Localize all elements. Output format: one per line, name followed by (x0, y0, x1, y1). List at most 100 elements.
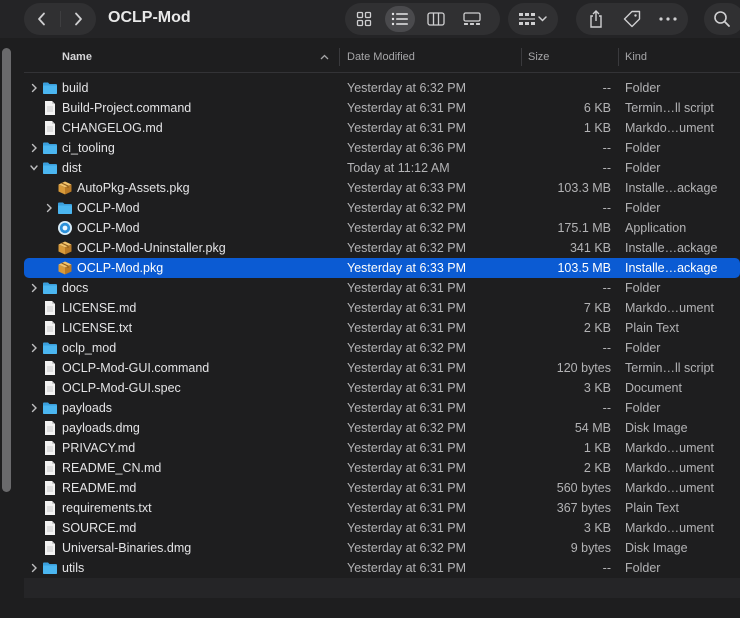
table-row[interactable]: Universal-Binaries.dmg Yesterday at 6:32 … (24, 538, 740, 558)
table-row[interactable]: payloads Yesterday at 6:31 PM -- Folder (24, 398, 740, 418)
date-modified: Yesterday at 6:32 PM (347, 541, 467, 555)
column-view-button[interactable] (421, 6, 451, 32)
date-modified: Yesterday at 6:31 PM (347, 521, 467, 535)
date-modified: Yesterday at 6:31 PM (347, 361, 467, 375)
date-modified: Yesterday at 6:31 PM (347, 101, 467, 115)
column-divider[interactable] (521, 48, 522, 66)
file-size: -- (602, 281, 611, 295)
package-icon (57, 180, 73, 196)
kind-column-header[interactable]: Kind (625, 38, 647, 72)
file-size: -- (602, 141, 611, 155)
chevron-right-icon[interactable] (28, 398, 40, 418)
chevron-right-icon[interactable] (28, 558, 40, 578)
name-column-header[interactable]: Name (62, 38, 92, 72)
grid-view-icon (356, 11, 372, 27)
toolbar: OCLP-Mod (0, 0, 740, 38)
table-row[interactable]: LICENSE.txt Yesterday at 6:31 PM 2 KB Plain… (24, 318, 740, 338)
view-mode-group (345, 3, 500, 35)
table-row[interactable]: OCLP-Mod-GUI.command Yesterday at 6:31 PM… (24, 358, 740, 378)
document-icon (42, 380, 58, 396)
group-by-icon (519, 13, 547, 25)
table-row[interactable]: AutoPkg-Assets.pkg Yesterday at 6:33 PM 10… (24, 178, 740, 198)
table-row[interactable]: OCLP-Mod Yesterday at 6:32 PM 175.1 MB Appl… (24, 218, 740, 238)
date-modified: Yesterday at 6:31 PM (347, 281, 467, 295)
table-row[interactable]: oclp_mod Yesterday at 6:32 PM -- Folder (24, 338, 740, 358)
group-by-button[interactable] (508, 3, 558, 35)
column-divider[interactable] (618, 48, 619, 66)
file-name: OCLP-Mod.pkg (77, 261, 164, 275)
chevron-right-icon[interactable] (28, 278, 40, 298)
file-name: OCLP-Mod (77, 201, 140, 215)
search-button[interactable] (704, 3, 740, 35)
file-kind: Markdo…ument (625, 301, 714, 315)
grid-view-button[interactable] (349, 6, 379, 32)
list-view-button[interactable] (385, 6, 415, 32)
table-row[interactable]: OCLP-Mod-Uninstaller.pkg Yesterday at 6:3… (24, 238, 740, 258)
date-modified: Yesterday at 6:31 PM (347, 481, 467, 495)
table-row[interactable]: utils Yesterday at 6:31 PM -- Folder (24, 558, 740, 578)
file-name: Universal-Binaries.dmg (62, 541, 192, 555)
table-row[interactable]: Build-Project.command Yesterday at 6:31 P… (24, 98, 740, 118)
table-row[interactable]: SOURCE.md Yesterday at 6:31 PM 3 KB Markdo…… (24, 518, 740, 538)
size-column-header[interactable]: Size (528, 38, 549, 72)
table-row[interactable]: requirements.txt Yesterday at 6:31 PM 367 … (24, 498, 740, 518)
file-name: build (62, 81, 89, 95)
chevron-right-icon[interactable] (28, 338, 40, 358)
forward-button[interactable] (60, 3, 96, 35)
date-modified: Yesterday at 6:36 PM (347, 141, 467, 155)
back-button[interactable] (24, 3, 60, 35)
table-row[interactable]: README_CN.md Yesterday at 6:31 PM 2 KB Mark… (24, 458, 740, 478)
chevron-right-icon[interactable] (43, 198, 55, 218)
date-modified: Yesterday at 6:33 PM (347, 181, 467, 195)
date-column-header[interactable]: Date Modified (347, 38, 415, 72)
chevron-right-icon[interactable] (28, 138, 40, 158)
file-size: 2 KB (583, 461, 611, 475)
vertical-scrollbar[interactable] (2, 48, 11, 492)
file-kind: Disk Image (625, 421, 688, 435)
folder-icon (42, 560, 58, 576)
file-kind: Folder (625, 281, 661, 295)
file-name: OCLP-Mod (77, 221, 140, 235)
table-row[interactable]: PRIVACY.md Yesterday at 6:31 PM 1 KB Markdo… (24, 438, 740, 458)
date-modified: Yesterday at 6:32 PM (347, 421, 467, 435)
table-row[interactable]: dist Today at 11:12 AM -- Folder (24, 158, 740, 178)
table-row[interactable]: README.md Yesterday at 6:31 PM 560 bytes Ma… (24, 478, 740, 498)
file-name: payloads.dmg (62, 421, 140, 435)
table-row[interactable]: LICENSE.md Yesterday at 6:31 PM 7 KB Markdo… (24, 298, 740, 318)
file-size: 2 KB (583, 321, 611, 335)
file-name: AutoPkg-Assets.pkg (77, 181, 190, 195)
document-icon (42, 100, 58, 116)
table-row-selected[interactable]: OCLP-Mod.pkg Yesterday at 6:33 PM 103.5 MB… (24, 258, 740, 278)
file-kind: Folder (625, 341, 661, 355)
folder-icon (42, 280, 58, 296)
tag-icon (623, 10, 641, 28)
file-size: 6 KB (583, 101, 611, 115)
file-kind: Installe…ackage (625, 241, 718, 255)
date-modified: Yesterday at 6:32 PM (347, 341, 467, 355)
column-divider[interactable] (339, 48, 340, 66)
table-row[interactable]: OCLP-Mod Yesterday at 6:32 PM -- Folder (24, 198, 740, 218)
file-size: 3 KB (583, 381, 611, 395)
gallery-view-button[interactable] (457, 6, 487, 32)
table-row[interactable]: build Yesterday at 6:32 PM -- Folder (24, 78, 740, 98)
file-name: OCLP-Mod-Uninstaller.pkg (77, 241, 226, 255)
table-row[interactable]: ci_tooling Yesterday at 6:36 PM -- Folder (24, 138, 740, 158)
file-kind: Plain Text (625, 501, 679, 515)
chevron-right-icon[interactable] (28, 78, 40, 98)
tag-button[interactable] (616, 3, 648, 35)
file-size: 3 KB (583, 521, 611, 535)
chevron-down-icon[interactable] (28, 158, 40, 178)
actions-group (576, 3, 688, 35)
table-row[interactable]: OCLP-Mod-GUI.spec Yesterday at 6:31 PM 3 K… (24, 378, 740, 398)
table-row[interactable]: CHANGELOG.md Yesterday at 6:31 PM 1 KB Mark… (24, 118, 740, 138)
file-name: LICENSE.txt (62, 321, 133, 335)
share-button[interactable] (580, 3, 612, 35)
file-size: -- (602, 161, 611, 175)
more-button[interactable] (652, 3, 684, 35)
file-name: utils (62, 561, 85, 575)
table-row[interactable]: payloads.dmg Yesterday at 6:32 PM 54 MB Dis… (24, 418, 740, 438)
file-size: 120 bytes (556, 361, 611, 375)
date-modified: Yesterday at 6:32 PM (347, 221, 467, 235)
table-row[interactable]: docs Yesterday at 6:31 PM -- Folder (24, 278, 740, 298)
file-name: LICENSE.md (62, 301, 137, 315)
